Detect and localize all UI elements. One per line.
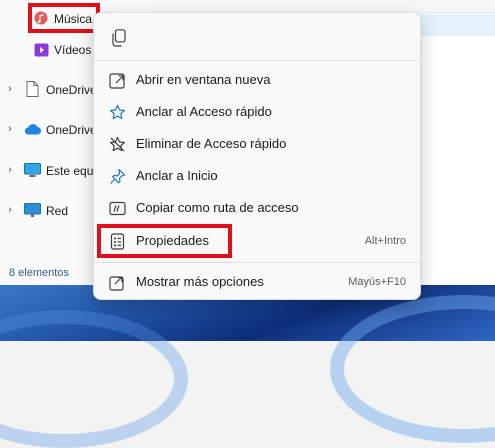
chevron-right-icon[interactable]: › xyxy=(6,123,14,135)
highlight-box-music xyxy=(28,3,100,33)
menu-item-label: Anclar al Acceso rápido xyxy=(136,104,272,119)
menu-item-pin-quick-access[interactable]: Anclar al Acceso rápido xyxy=(94,97,420,127)
more-options-icon xyxy=(109,274,126,291)
status-item-count: 8 elementos xyxy=(9,267,69,279)
menu-item-copy-as-path[interactable]: Copiar como ruta de acceso xyxy=(94,193,420,223)
menu-item-pin-to-start[interactable]: Anclar a Inicio xyxy=(94,161,420,191)
pin-icon xyxy=(109,168,126,185)
open-new-window-icon xyxy=(109,72,126,89)
copy-path-icon xyxy=(109,200,126,217)
unstar-icon xyxy=(109,136,126,153)
menu-item-shortcut: Mayús+F10 xyxy=(348,276,406,288)
star-icon xyxy=(109,104,126,121)
menu-item-label: Mostrar más opciones xyxy=(136,274,264,289)
menu-item-unpin-quick-access[interactable]: Eliminar de Acceso rápido xyxy=(94,129,420,159)
chevron-right-icon[interactable]: › xyxy=(6,204,14,216)
menu-item-label: Anclar a Inicio xyxy=(136,168,218,183)
menu-item-label: Abrir en ventana nueva xyxy=(136,72,271,87)
video-icon xyxy=(34,43,49,60)
menu-item-open-new-window[interactable]: Abrir en ventana nueva xyxy=(94,65,420,95)
nav-item-label: Vídeos xyxy=(54,43,92,57)
cloud-icon xyxy=(24,123,42,138)
network-icon xyxy=(24,203,41,221)
nav-item-label: Red xyxy=(46,204,69,218)
menu-item-show-more-options[interactable]: Mostrar más opciones Mayús+F10 xyxy=(94,267,420,297)
nav-item-label: Este equi xyxy=(46,164,97,178)
nav-item-label: OneDrive xyxy=(46,83,97,97)
menu-item-label: Eliminar de Acceso rápido xyxy=(136,136,287,151)
nav-item-label: OneDrive xyxy=(46,123,97,137)
copy-icon[interactable] xyxy=(112,29,126,50)
highlight-box-properties xyxy=(97,224,232,258)
menu-separator xyxy=(94,262,420,263)
menu-item-shortcut: Alt+Intro xyxy=(364,235,406,247)
menu-separator xyxy=(94,60,420,61)
document-icon xyxy=(26,81,39,100)
menu-item-label: Copiar como ruta de acceso xyxy=(136,200,299,215)
computer-icon xyxy=(24,163,41,181)
chevron-right-icon[interactable]: › xyxy=(6,83,14,95)
chevron-right-icon[interactable]: › xyxy=(6,164,14,176)
